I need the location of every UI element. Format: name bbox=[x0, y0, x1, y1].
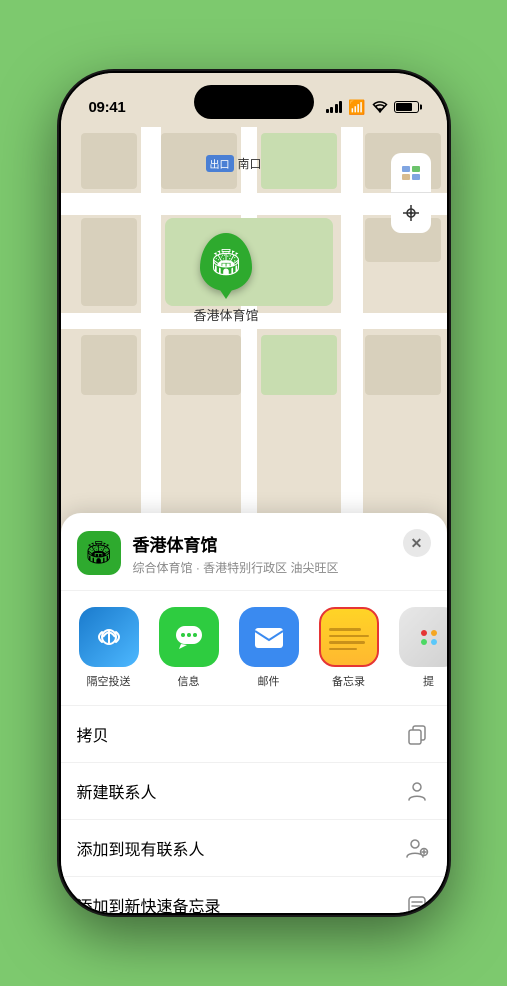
status-time: 09:41 bbox=[89, 99, 126, 116]
share-row: 隔空投送 信息 bbox=[61, 591, 447, 706]
share-airdrop[interactable]: 隔空投送 bbox=[73, 607, 145, 689]
more-bottom-dots bbox=[421, 639, 437, 645]
bottom-sheet: 🏟 香港体育馆 综合体育馆 · 香港特别行政区 油尖旺区 ✕ bbox=[61, 513, 447, 913]
action-list: 拷贝 新建联系人 bbox=[61, 706, 447, 913]
map-label-nankou: 出口 南口 bbox=[206, 155, 262, 172]
map-type-button[interactable] bbox=[391, 153, 431, 193]
share-notes[interactable]: 备忘录 bbox=[313, 607, 385, 689]
battery-icon bbox=[394, 101, 419, 113]
stadium-marker-label: 香港体育馆 bbox=[194, 305, 259, 324]
person-icon bbox=[403, 777, 431, 805]
action-add-existing-contact[interactable]: 添加到现有联系人 bbox=[61, 820, 447, 877]
more-icon bbox=[399, 607, 447, 667]
stadium-marker: 🏟 香港体育馆 bbox=[194, 233, 259, 324]
location-subtitle: 综合体育馆 · 香港特别行政区 油尖旺区 bbox=[133, 559, 431, 576]
location-venue-icon: 🏟 bbox=[77, 531, 121, 575]
stadium-pin-icon: 🏟 bbox=[209, 249, 242, 275]
signal-icon bbox=[326, 101, 343, 113]
person-add-icon bbox=[403, 834, 431, 862]
map-area[interactable]: 出口 南口 bbox=[61, 73, 447, 553]
wifi-icon: 📶 bbox=[348, 99, 365, 116]
action-new-contact[interactable]: 新建联系人 bbox=[61, 763, 447, 820]
copy-icon bbox=[403, 720, 431, 748]
airdrop-label: 隔空投送 bbox=[87, 673, 131, 689]
notes-label: 备忘录 bbox=[332, 673, 365, 689]
wifi-icon bbox=[372, 101, 388, 113]
action-add-quick-note[interactable]: 添加到新快速备忘录 bbox=[61, 877, 447, 913]
share-messages[interactable]: 信息 bbox=[153, 607, 225, 689]
map-nankou-text: 南口 bbox=[238, 155, 262, 172]
map-exit-tag: 出口 bbox=[206, 155, 234, 172]
map-controls bbox=[391, 153, 431, 233]
airdrop-icon bbox=[79, 607, 139, 667]
action-quick-note-label: 添加到新快速备忘录 bbox=[77, 893, 221, 913]
location-button[interactable] bbox=[391, 193, 431, 233]
messages-label: 信息 bbox=[178, 673, 200, 689]
location-header: 🏟 香港体育馆 综合体育馆 · 香港特别行政区 油尖旺区 ✕ bbox=[61, 513, 447, 591]
dynamic-island bbox=[194, 85, 314, 119]
action-add-contact-label: 添加到现有联系人 bbox=[77, 836, 205, 860]
mail-icon bbox=[239, 607, 299, 667]
phone-frame: 09:41 📶 bbox=[59, 71, 449, 915]
close-button[interactable]: ✕ bbox=[403, 529, 431, 557]
more-label: 提 bbox=[423, 673, 434, 689]
memo-icon bbox=[403, 891, 431, 913]
notes-lines-decoration bbox=[321, 618, 377, 656]
phone-screen: 09:41 📶 bbox=[61, 73, 447, 913]
location-info: 香港体育馆 综合体育馆 · 香港特别行政区 油尖旺区 bbox=[133, 531, 431, 576]
action-new-contact-label: 新建联系人 bbox=[77, 779, 157, 803]
action-copy-label: 拷贝 bbox=[77, 722, 109, 746]
messages-icon bbox=[159, 607, 219, 667]
notes-icon bbox=[319, 607, 379, 667]
status-icons: 📶 bbox=[326, 99, 419, 116]
action-copy[interactable]: 拷贝 bbox=[61, 706, 447, 763]
more-top-dots bbox=[421, 630, 437, 636]
stadium-pin: 🏟 bbox=[200, 233, 252, 291]
mail-label: 邮件 bbox=[258, 673, 280, 689]
share-mail[interactable]: 邮件 bbox=[233, 607, 305, 689]
location-name: 香港体育馆 bbox=[133, 531, 431, 556]
share-more[interactable]: 提 bbox=[393, 607, 447, 689]
